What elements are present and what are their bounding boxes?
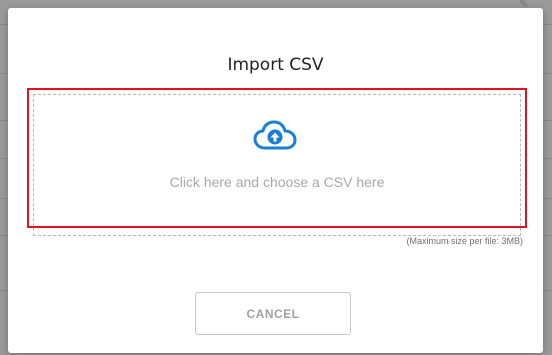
dropzone-dashed-border (33, 94, 521, 236)
modal-title: Import CSV (227, 55, 324, 75)
cancel-button[interactable]: CANCEL (195, 292, 351, 335)
import-csv-modal: Import CSV Click here and choose a CSV h… (8, 8, 543, 353)
max-size-note: (Maximum size per file: 3MB) (406, 236, 523, 246)
csv-dropzone[interactable]: Click here and choose a CSV here (27, 88, 527, 236)
cloud-upload-icon (253, 120, 297, 150)
dropzone-instruction: Click here and choose a CSV here (169, 174, 385, 190)
